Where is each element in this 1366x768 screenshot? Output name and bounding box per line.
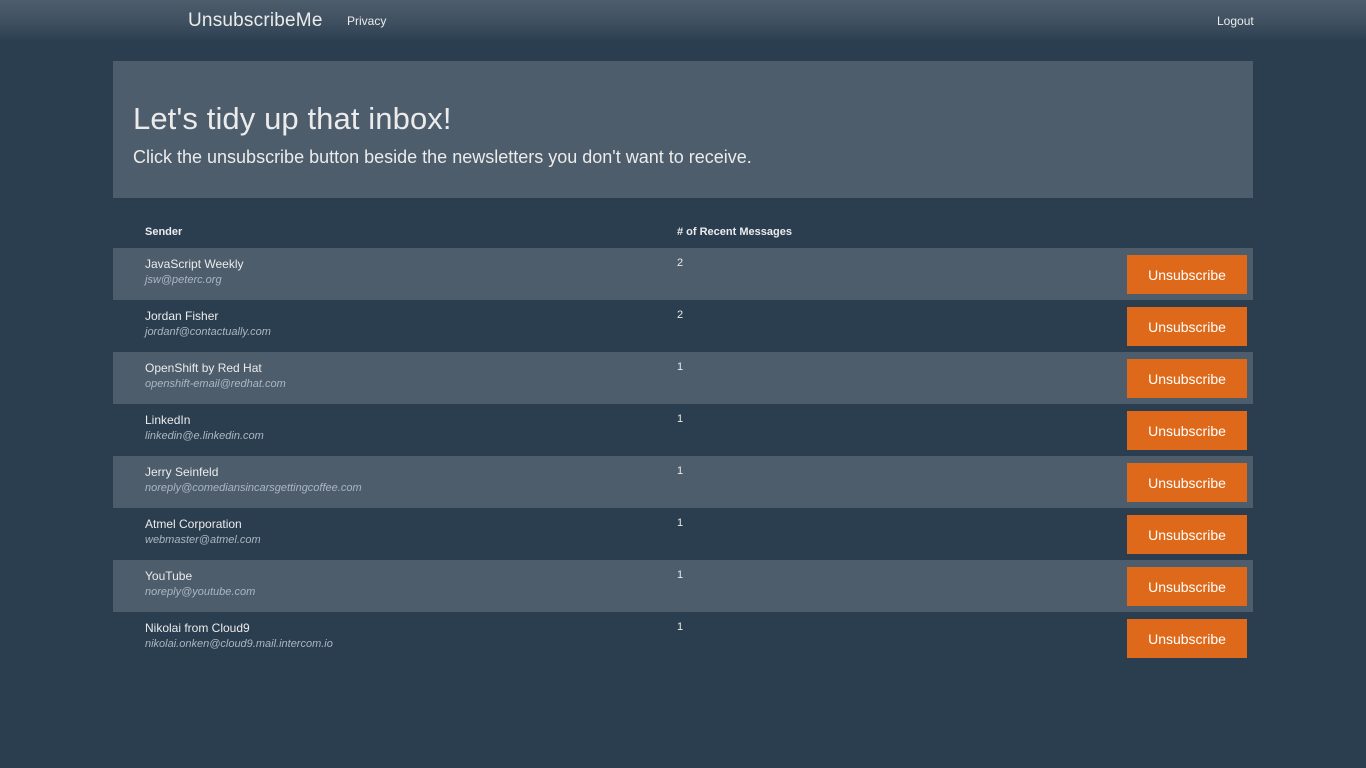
message-count: 1 bbox=[677, 413, 684, 425]
sender-name: Jerry Seinfeld bbox=[145, 465, 219, 479]
hero-panel: Let's tidy up that inbox! Click the unsu… bbox=[113, 61, 1253, 198]
table-row: JavaScript Weekly jsw@peterc.org 2 Unsub… bbox=[113, 248, 1253, 300]
page-subtitle: Click the unsubscribe button beside the … bbox=[133, 147, 752, 167]
column-header-sender: Sender bbox=[145, 226, 183, 238]
table-row: YouTube noreply@youtube.com 1 Unsubscrib… bbox=[113, 560, 1253, 612]
unsubscribe-button[interactable]: Unsubscribe bbox=[1127, 515, 1247, 554]
sender-email: noreply@youtube.com bbox=[145, 586, 256, 598]
message-count: 2 bbox=[677, 309, 684, 321]
sender-name: Jordan Fisher bbox=[145, 309, 219, 323]
unsubscribe-button[interactable]: Unsubscribe bbox=[1127, 619, 1247, 658]
sender-email: linkedin@e.linkedin.com bbox=[145, 430, 264, 442]
table-row: Nikolai from Cloud9 nikolai.onken@cloud9… bbox=[113, 612, 1253, 664]
sender-name: Atmel Corporation bbox=[145, 517, 242, 531]
sender-email: nikolai.onken@cloud9.mail.intercom.io bbox=[145, 638, 333, 650]
message-count: 1 bbox=[677, 621, 684, 633]
sender-name: LinkedIn bbox=[145, 413, 191, 427]
unsubscribe-button[interactable]: Unsubscribe bbox=[1127, 463, 1247, 502]
sender-name: JavaScript Weekly bbox=[145, 257, 244, 271]
sender-name: OpenShift by Red Hat bbox=[145, 361, 262, 375]
table-row: Atmel Corporation webmaster@atmel.com 1 … bbox=[113, 508, 1253, 560]
sender-name: YouTube bbox=[145, 569, 193, 583]
table-header: Sender # of Recent Messages bbox=[113, 218, 1253, 248]
page-title: Let's tidy up that inbox! bbox=[133, 101, 452, 136]
brand-link[interactable]: UnsubscribeMe bbox=[188, 10, 323, 32]
unsubscribe-button[interactable]: Unsubscribe bbox=[1127, 307, 1247, 346]
nav-privacy-link[interactable]: Privacy bbox=[347, 14, 386, 28]
message-count: 1 bbox=[677, 465, 684, 477]
sender-email: jsw@peterc.org bbox=[145, 274, 222, 286]
sender-email: jordanf@contactually.com bbox=[145, 326, 271, 338]
unsubscribe-button[interactable]: Unsubscribe bbox=[1127, 411, 1247, 450]
nav-logout-link[interactable]: Logout bbox=[1217, 14, 1254, 28]
message-count: 1 bbox=[677, 569, 684, 581]
sender-email: webmaster@atmel.com bbox=[145, 534, 261, 546]
unsubscribe-button[interactable]: Unsubscribe bbox=[1127, 359, 1247, 398]
sender-name: Nikolai from Cloud9 bbox=[145, 621, 250, 635]
table-row: LinkedIn linkedin@e.linkedin.com 1 Unsub… bbox=[113, 404, 1253, 456]
table-row: Jordan Fisher jordanf@contactually.com 2… bbox=[113, 300, 1253, 352]
column-header-count: # of Recent Messages bbox=[677, 226, 792, 238]
sender-email: noreply@comediansincarsgettingcoffee.com bbox=[145, 482, 362, 494]
newsletter-table: Sender # of Recent Messages JavaScript W… bbox=[113, 218, 1253, 664]
message-count: 1 bbox=[677, 517, 684, 529]
unsubscribe-button[interactable]: Unsubscribe bbox=[1127, 567, 1247, 606]
unsubscribe-button[interactable]: Unsubscribe bbox=[1127, 255, 1247, 294]
table-row: OpenShift by Red Hat openshift-email@red… bbox=[113, 352, 1253, 404]
sender-email: openshift-email@redhat.com bbox=[145, 378, 286, 390]
message-count: 1 bbox=[677, 361, 684, 373]
message-count: 2 bbox=[677, 257, 684, 269]
table-row: Jerry Seinfeld noreply@comediansincarsge… bbox=[113, 456, 1253, 508]
navbar: UnsubscribeMe Privacy Logout bbox=[0, 0, 1366, 42]
